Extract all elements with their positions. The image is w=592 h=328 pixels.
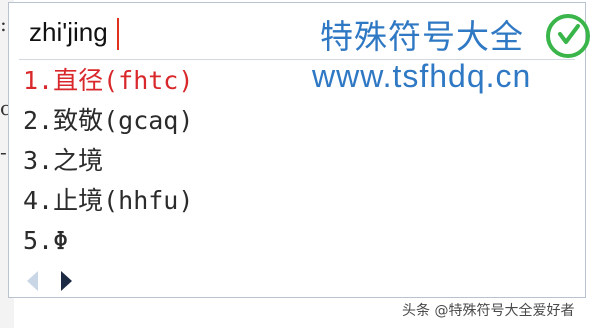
watermark-logo [538,8,592,64]
composition-text: zhi'jing [29,17,108,47]
candidate-item-1[interactable]: 1.直径(fhtc) [23,61,193,101]
candidate-label: 1.直径(fhtc) [23,66,194,95]
watermark-site-url: www.tsfhdq.cn [312,58,532,94]
candidate-label: 2.致敬(gcaq) [23,106,194,135]
background-text-fragment: : [0,12,7,36]
prev-page-icon[interactable] [27,271,38,291]
candidate-item-2[interactable]: 2.致敬(gcaq) [23,101,193,141]
watermark-site-name: 特殊符号大全 [320,17,524,56]
candidate-item-3[interactable]: 3.之境 [23,141,193,181]
candidate-label: 3.之境 [23,146,104,175]
candidate-list: 1.直径(fhtc) 2.致敬(gcaq) 3.之境 4.止境(hhfu) 5.… [23,61,193,261]
candidate-item-5[interactable]: 5.Φ [23,221,193,261]
candidate-label: 4.止境(hhfu) [23,186,194,215]
background-text-fragment: - [0,140,7,164]
candidate-label: 5.Φ [23,226,69,255]
text-caret [117,18,119,50]
candidate-item-4[interactable]: 4.止境(hhfu) [23,181,193,221]
source-credit: 头条 @特殊符号大全爱好者 [402,303,575,319]
next-page-icon[interactable] [61,271,72,291]
logo-icon [546,14,590,58]
